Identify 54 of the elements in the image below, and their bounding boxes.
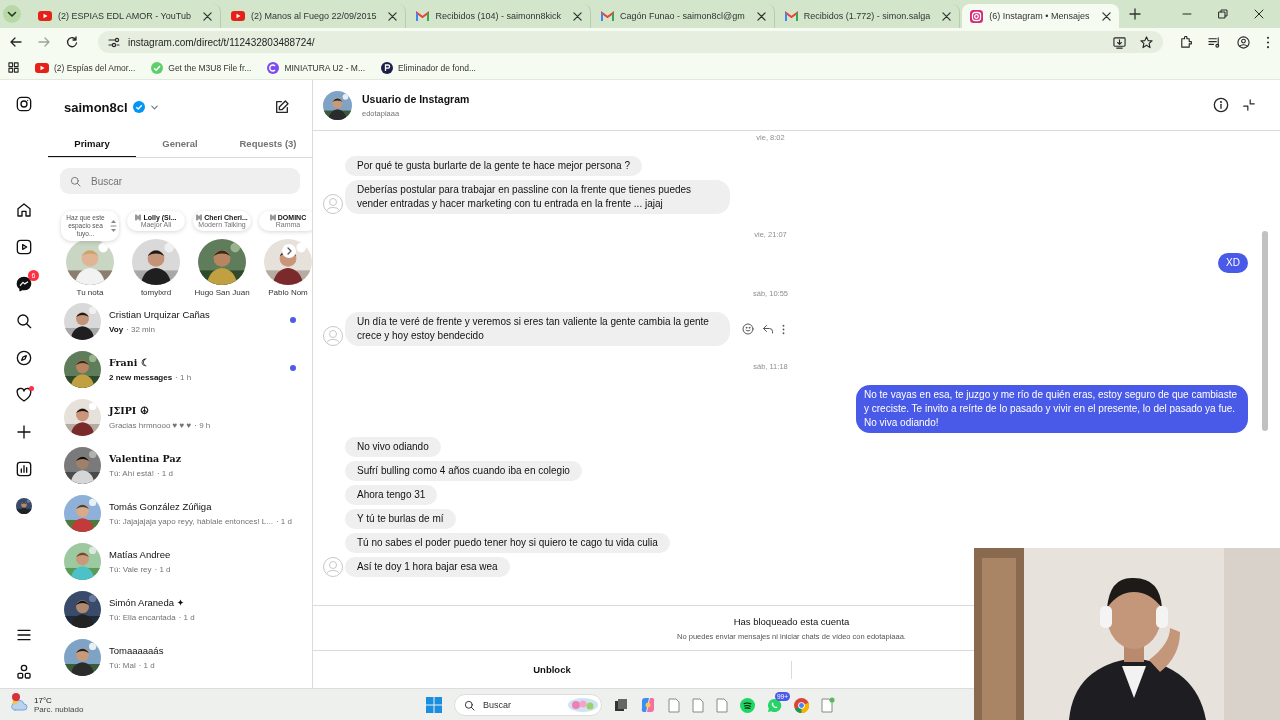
received-message: Y tú te burlas de mí (345, 509, 456, 529)
sent-message: No te vayas en esa, te juzgo y me río de quién eras, estoy seguro de que cambiaste y creciste. Te invito a reírte de lo pasado y vivir en el presente, lo del pasado ya fue. No viva odiando! (856, 385, 1248, 433)
message-preview: Tú: Ahí está! (109, 468, 154, 478)
message-preview: 2 new messages (109, 372, 173, 382)
bookmark-link[interactable]: Get the M3U8 File fr... (147, 61, 252, 74)
story-name[interactable]: Tu nota (76, 288, 104, 297)
contact-name[interactable]: Simón Araneda ✦ (109, 596, 195, 608)
browser-tab[interactable]: (6) Instagram • Mensajes (962, 4, 1119, 28)
story-name[interactable]: tomylxrd (140, 288, 172, 297)
received-message: Deberías postular para trabajar en passline con la frente que tienes puedes vender entradas y hacer marketing con tu entrada en la frente ... jajaj (345, 180, 730, 214)
temperature: 17°C (34, 695, 53, 705)
bookmark-link[interactable]: MINIATURA U2 - M... (263, 61, 365, 74)
received-message: Un día te veré de frente y veremos si eres tan valiente la gente cambia la gente crece y hoy estoy bendecido (345, 312, 730, 346)
inbox-tab[interactable]: Requests (3) (224, 130, 312, 157)
story-name[interactable]: Pablo Nom (268, 288, 308, 297)
message-time: · 1 d (138, 660, 155, 670)
contact-name[interactable]: Matías Andree (109, 548, 171, 560)
contact-name[interactable]: Tomaaaaaás (109, 644, 164, 656)
story-name[interactable]: Hugo San Juan (194, 288, 250, 297)
received-message: Sufrí bulling como 4 años cuando iba en colegio (345, 461, 582, 481)
bookmark-link[interactable]: (2) Espías del Amor... (31, 62, 136, 73)
blocked-title: Has bloqueado esta cuenta (733, 615, 850, 627)
search-field[interactable]: Buscar (60, 168, 300, 194)
contact-name[interactable]: Usuario de Instagram (362, 92, 470, 105)
inbox-tab[interactable]: Primary (48, 130, 136, 157)
sent-message: XD (1218, 253, 1248, 273)
contact-name[interactable]: Tomás González Zúñiga (109, 500, 292, 512)
inbox-tab[interactable]: General (136, 130, 224, 157)
message-preview: Tú: Mal (109, 660, 136, 670)
message-time: · 1 d (178, 612, 195, 622)
address-bar[interactable]: instagram.com/direct/t/112432803488724/ (98, 31, 1163, 53)
message-time: · 1 d (275, 516, 292, 526)
message-time: · 9 h (194, 420, 211, 430)
message-preview: Voy (109, 324, 124, 334)
message-preview: Tú: Ella encantada (109, 612, 176, 622)
received-message: Así te doy 1 hora bajar esa wea (345, 557, 510, 577)
message-time: · 1 d (156, 468, 173, 478)
message-time: · 1 h (175, 372, 192, 382)
message-time: · 32 min (126, 324, 155, 334)
message-preview: Gracias hrmnooo ♥ ♥ ♥ (109, 420, 192, 430)
contact-name[interactable]: Cristian Urquizar Cañas (109, 308, 210, 320)
message-preview: Tú: Vale rey (109, 564, 152, 574)
contact-name[interactable]: Valentina Paz (109, 452, 182, 464)
contact-name[interactable]: Frani ☾ (109, 356, 192, 368)
received-message: Ahora tengo 31 (345, 485, 438, 505)
account-name[interactable]: saimon8cl (64, 99, 128, 115)
message-preview: Tú: Jajajajaja yapo reyy, háblale entonces! L... (109, 516, 273, 526)
weather-condition: Parc. nublado (34, 704, 84, 714)
message-time: · 1 d (154, 564, 171, 574)
received-message: Por qué te gusta burlarte de la gente te hace mejor persona ? (345, 156, 642, 176)
bookmark-link[interactable]: Eliminador de fond... (377, 61, 476, 74)
received-message: No vivo odiando (345, 437, 441, 457)
received-message: Tú no sabes el poder puedo tener hoy si quiero te cago tu vida culia (345, 533, 670, 553)
contact-name[interactable]: JΣIPI ☮ (109, 404, 211, 416)
